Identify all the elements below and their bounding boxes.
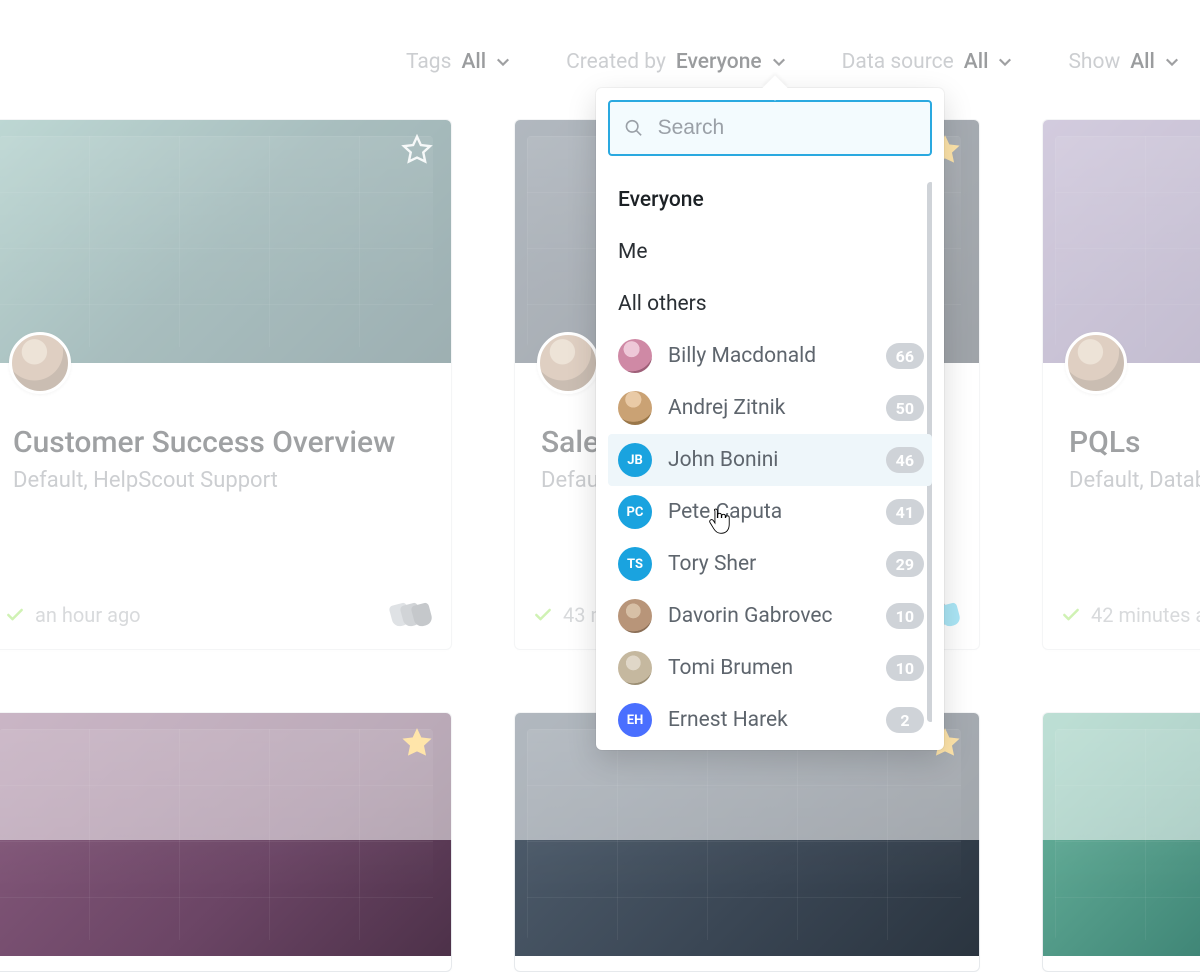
dashboard-card[interactable] <box>0 712 452 972</box>
dropdown-user-count: 10 <box>886 603 924 629</box>
dropdown-user-option[interactable]: PC Pete Caputa 41 <box>608 486 932 538</box>
filter-show-value: All <box>1130 50 1155 74</box>
dropdown-user-count: 50 <box>886 395 924 421</box>
dropdown-user-name: Pete Caputa <box>668 500 782 524</box>
dropdown-search[interactable] <box>608 100 932 156</box>
filter-tags[interactable]: Tags All <box>406 50 510 74</box>
avatar: TS <box>618 547 652 581</box>
dropdown-user-option[interactable]: TS Tory Sher 29 <box>608 538 932 590</box>
avatar <box>618 339 652 373</box>
dashboard-card[interactable]: PQLs Default, Databo 42 minutes a <box>1042 119 1200 650</box>
dropdown-user-option[interactable]: Davorin Gabrovec 10 <box>608 590 932 642</box>
dropdown-group-option[interactable]: All others <box>608 278 932 330</box>
dropdown-user-count: 29 <box>886 551 924 577</box>
dropdown-user-option[interactable]: JB John Bonini 46 <box>608 434 932 486</box>
dropdown-user-name: John Bonini <box>668 448 778 472</box>
chevron-down-icon <box>1165 55 1179 69</box>
dropdown-user-count: 10 <box>886 655 924 681</box>
dropdown-user-name: Andrej Zitnik <box>668 396 785 420</box>
filter-tags-value: All <box>461 50 486 74</box>
avatar: PC <box>618 495 652 529</box>
card-title: Customer Success Overview <box>13 425 425 460</box>
created-by-dropdown: EveryoneMeAll others Billy Macdonald 66 … <box>596 88 944 750</box>
dropdown-user-count: 41 <box>886 499 924 525</box>
dropdown-user-name: Billy Macdonald <box>668 344 816 368</box>
card-title: PQLs <box>1069 425 1200 460</box>
avatar <box>9 332 71 394</box>
avatar <box>618 651 652 685</box>
avatar <box>618 391 652 425</box>
card-subtitle: Default, Databo <box>1069 468 1200 493</box>
card-thumbnail <box>1043 713 1200 956</box>
filter-show-label: Show <box>1068 50 1120 74</box>
avatar <box>537 332 599 394</box>
avatar <box>618 599 652 633</box>
filter-show[interactable]: Show All <box>1068 50 1178 74</box>
check-icon <box>1061 605 1081 625</box>
card-thumbnail <box>1043 120 1200 363</box>
star-icon[interactable] <box>401 134 433 166</box>
filter-data-source[interactable]: Data source All <box>842 50 1013 74</box>
dropdown-user-count: 2 <box>886 707 924 733</box>
check-icon <box>533 605 553 625</box>
dropdown-group-label: Everyone <box>618 188 704 212</box>
dropdown-group-option[interactable]: Me <box>608 226 932 278</box>
dashboard-card[interactable] <box>1042 712 1200 972</box>
filter-created-by-value: Everyone <box>676 50 762 74</box>
tags-icon[interactable] <box>391 604 431 626</box>
card-body: Customer Success Overview Default, HelpS… <box>0 363 451 649</box>
card-updated: 42 minutes a <box>1061 603 1200 627</box>
dropdown-group-label: Me <box>618 240 647 264</box>
search-icon <box>624 117 644 139</box>
filter-created-by-label: Created by <box>566 50 666 74</box>
filter-data-source-value: All <box>964 50 989 74</box>
filter-data-source-label: Data source <box>842 50 954 74</box>
dropdown-user-count: 46 <box>886 447 924 473</box>
dropdown-user-option[interactable]: Andrej Zitnik 50 <box>608 382 932 434</box>
dropdown-user-option[interactable]: Tomi Brumen 10 <box>608 642 932 694</box>
chevron-down-icon <box>998 55 1012 69</box>
dropdown-user-name: Davorin Gabrovec <box>668 604 833 628</box>
card-subtitle: Default, HelpScout Support <box>13 468 425 493</box>
filter-bar: Tags All Created by Everyone Data source… <box>0 42 1200 82</box>
dropdown-user-name: Tomi Brumen <box>668 656 793 680</box>
dropdown-group-option[interactable]: Everyone <box>608 174 932 226</box>
dropdown-scroll-area[interactable]: EveryoneMeAll others Billy Macdonald 66 … <box>608 174 932 744</box>
card-body: PQLs Default, Databo 42 minutes a <box>1043 363 1200 649</box>
dropdown-group-label: All others <box>618 292 707 316</box>
dropdown-user-option[interactable]: EH Ernest Harek 2 <box>608 694 932 744</box>
card-thumbnail <box>0 713 451 956</box>
card-thumbnail <box>0 120 451 363</box>
dropdown-user-count: 66 <box>886 343 924 369</box>
dropdown-search-input[interactable] <box>656 115 916 141</box>
star-icon[interactable] <box>401 727 433 759</box>
filter-tags-label: Tags <box>406 50 451 74</box>
dashboard-card[interactable]: Customer Success Overview Default, HelpS… <box>0 119 452 650</box>
chevron-down-icon <box>496 55 510 69</box>
dropdown-user-option[interactable]: Billy Macdonald 66 <box>608 330 932 382</box>
avatar: JB <box>618 443 652 477</box>
dropdown-user-name: Tory Sher <box>668 552 756 576</box>
avatar <box>1065 332 1127 394</box>
check-icon <box>5 605 25 625</box>
avatar: EH <box>618 703 652 737</box>
card-updated: an hour ago <box>5 603 141 627</box>
dropdown-user-name: Ernest Harek <box>668 708 788 732</box>
dashboard-card[interactable] <box>514 712 980 972</box>
chevron-down-icon <box>772 55 786 69</box>
filter-created-by[interactable]: Created by Everyone <box>566 50 786 74</box>
